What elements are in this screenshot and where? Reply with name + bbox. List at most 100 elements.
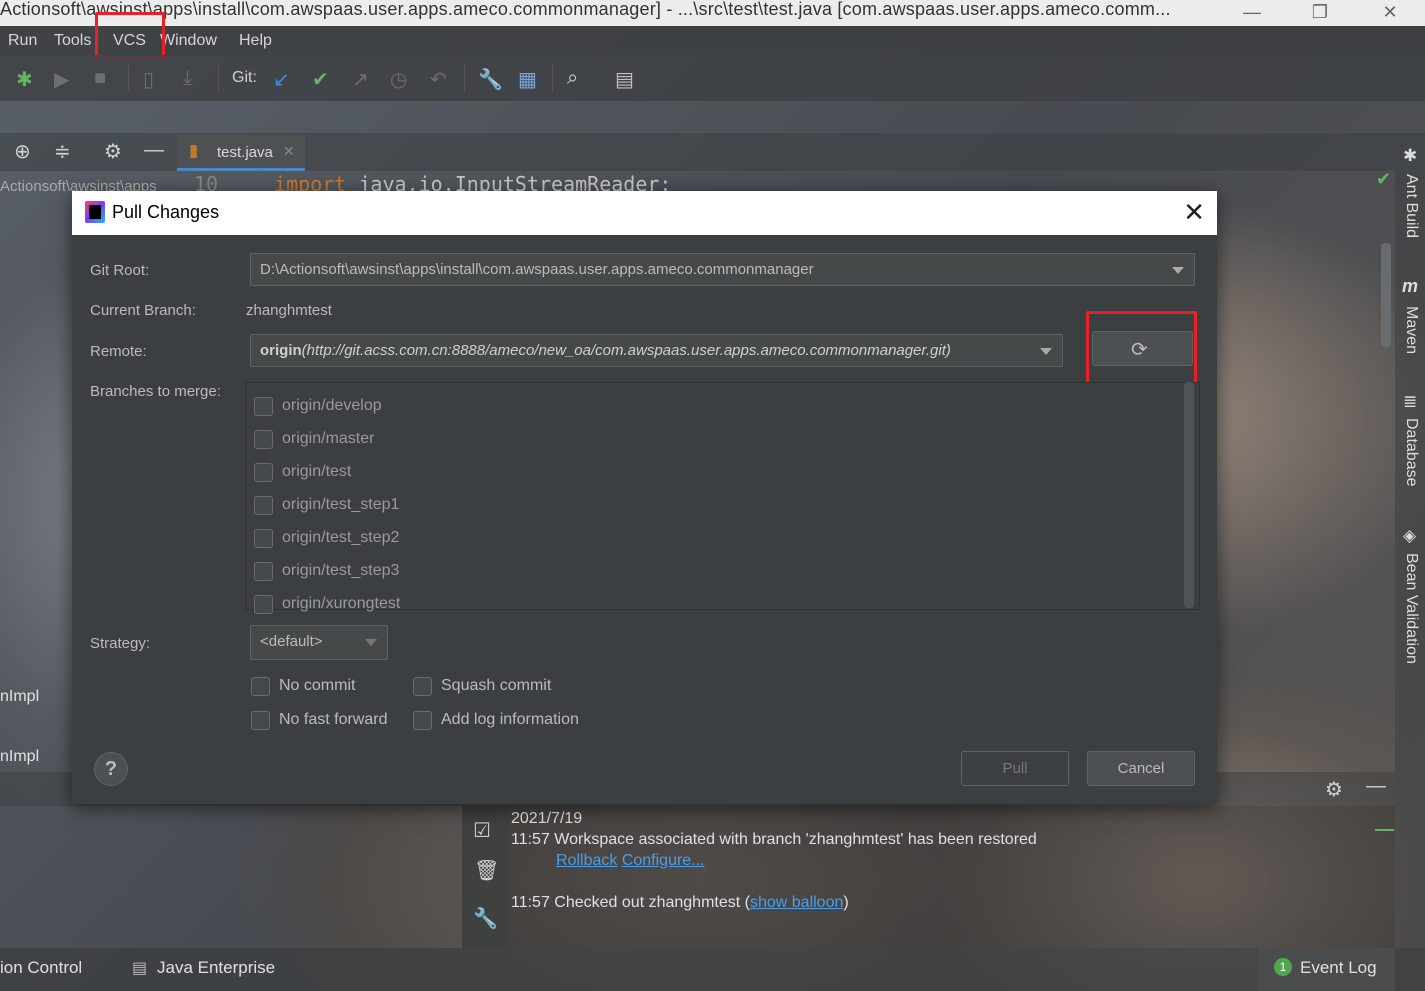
tool-ant-build[interactable]: Ant Build [1402,174,1420,238]
tool-database[interactable]: Database [1402,418,1420,487]
tasks-icon[interactable]: ▤ [615,67,634,92]
tab-close-icon[interactable]: ✕ [283,143,295,160]
cancel-button[interactable]: Cancel [1087,751,1195,786]
dialog-header: Pull Changes ✕ [72,191,1217,235]
menu-window[interactable]: Window [160,32,217,50]
git-push-icon[interactable]: ↗ [352,67,369,92]
tool-bean-validation[interactable]: Bean Validation [1402,553,1420,664]
restore-icon[interactable]: ❐ [1300,2,1340,23]
branch-checkbox[interactable] [254,562,273,581]
menu-tools[interactable]: Tools [54,32,91,50]
event-log-tab[interactable]: 1 Event Log [1258,948,1395,991]
branches-label: Branches to merge: [90,383,221,400]
event-log-toolstrip: ☑ 🗑 🔧 [462,806,508,948]
remote-value: origin(http://git.acss.com.cn:8888/ameco… [260,342,951,359]
branch-label: origin/master [282,430,375,447]
coverage-icon[interactable]: ▶ [54,67,69,92]
menu-help[interactable]: Help [239,32,272,50]
remote-url: (http://git.acss.com.cn:8888/ameco/new_o… [301,342,951,359]
version-control-tab[interactable]: ion Control [0,958,82,978]
stop-icon[interactable]: ■ [94,67,106,90]
chevron-down-icon [1172,267,1184,274]
collapse-icon[interactable]: ≑ [54,139,71,164]
wrench-icon[interactable]: 🔧 [478,67,503,92]
current-branch-value: zhanghmtest [246,302,332,319]
branch-checkbox[interactable] [254,529,273,548]
chevron-down-icon [365,639,377,646]
git-commit-icon[interactable]: ✔ [312,67,329,92]
menu-run[interactable]: Run [8,32,37,50]
event-count-badge: 1 [1274,958,1292,976]
left-fragment-2: nImpl [0,748,40,765]
branches-scrollbar[interactable] [1184,382,1194,608]
branch-checkbox[interactable] [254,430,273,449]
panel-hide-icon[interactable]: — [1366,775,1386,798]
dialog-close-icon[interactable]: ✕ [1183,197,1205,228]
strategy-select[interactable]: <default> [250,625,388,660]
pull-button[interactable]: Pull [961,751,1069,786]
git-rollback-icon[interactable]: ↶ [430,67,447,92]
branch-label: origin/xurongtest [282,595,401,612]
download-icon[interactable]: ⤓ [183,67,192,90]
no-fast-forward-checkbox[interactable] [251,711,270,730]
locate-icon[interactable]: ⊕ [14,139,31,164]
remote-select[interactable]: origin(http://git.acss.com.cn:8888/ameco… [250,334,1063,367]
add-log-checkbox[interactable] [413,711,432,730]
help-button[interactable]: ? [94,752,128,786]
strategy-value: <default> [260,633,323,650]
branches-list: origin/develop origin/master origin/test… [245,382,1200,614]
tool-maven[interactable]: Maven [1402,306,1420,354]
event-line-2-suffix: ) [843,894,849,911]
strategy-label: Strategy: [90,635,151,652]
configure-link[interactable]: Configure... [622,852,705,869]
branch-checkbox[interactable] [254,595,273,614]
show-balloon-link[interactable]: show balloon [750,894,843,911]
event-log-panel: 2021/7/19 11:57 Workspace associated wit… [462,806,1395,948]
no-fast-forward-label: No fast forward [279,711,388,728]
device-icon[interactable]: ▯ [143,67,154,92]
inspection-ok-icon: ✔ [1376,169,1392,189]
editor-tab-row: ⊕ ≑ ⚙ — ▮ test.java ✕ [0,133,1395,171]
git-history-icon[interactable]: ◷ [390,67,407,92]
branch-checkbox[interactable] [254,463,273,482]
debug-bug-icon[interactable]: ✱ [16,67,33,92]
current-branch-label: Current Branch: [90,302,196,319]
status-bar: ion Control ▤ Java Enterprise 1 Event Lo… [0,948,1425,991]
event-log-label: Event Log [1300,958,1377,977]
left-fragment-1: nImpl [0,688,40,705]
mark-read-icon[interactable]: ☑ [473,818,491,843]
window-title: Actionsoft\awsinst\apps\install\com.awsp… [0,0,1171,19]
panel-gear-icon[interactable]: ⚙ [1325,777,1343,802]
java-file-icon: ▮ [189,141,199,160]
git-update-icon[interactable]: ↙ [273,67,290,92]
tab-label: test.java [217,144,273,161]
close-window-icon[interactable]: ✕ [1370,2,1410,23]
squash-commit-label: Squash commit [441,677,552,694]
branch-checkbox[interactable] [254,397,273,416]
event-line-1: 11:57 Workspace associated with branch '… [511,831,1037,848]
menu-bar: Run Tools VCS Window Help [0,26,1425,55]
search-icon[interactable]: ⌕ [567,67,578,90]
remote-label: Remote: [90,343,147,360]
git-root-select[interactable]: D:\Actionsoft\awsinst\apps\install\com.a… [250,253,1195,286]
rollback-link[interactable]: Rollback [556,852,617,869]
editor-scrollbar[interactable] [1381,243,1391,347]
gear-icon[interactable]: ⚙ [104,139,122,164]
chevron-down-icon [1040,348,1052,355]
squash-commit-checkbox[interactable] [413,677,432,696]
dialog-title: Pull Changes [112,202,220,222]
no-commit-checkbox[interactable] [251,677,270,696]
tab-test-java[interactable]: ▮ test.java ✕ [177,135,305,171]
minimize-icon[interactable]: — [1232,2,1272,23]
add-log-label: Add log information [441,711,579,728]
project-structure-icon[interactable]: ▦ [518,67,537,92]
hide-icon[interactable]: — [144,139,164,162]
event-line-2-prefix: 11:57 Checked out zhanghmtest ( [511,894,750,911]
database-icon: ≣ [1403,392,1418,411]
event-settings-wrench-icon[interactable]: 🔧 [473,906,498,931]
branch-checkbox[interactable] [254,496,273,515]
event-log-mark [1375,829,1394,831]
java-enterprise-tab[interactable]: Java Enterprise [157,958,275,978]
git-root-label: Git Root: [90,262,150,279]
trash-icon[interactable]: 🗑 [474,858,499,883]
